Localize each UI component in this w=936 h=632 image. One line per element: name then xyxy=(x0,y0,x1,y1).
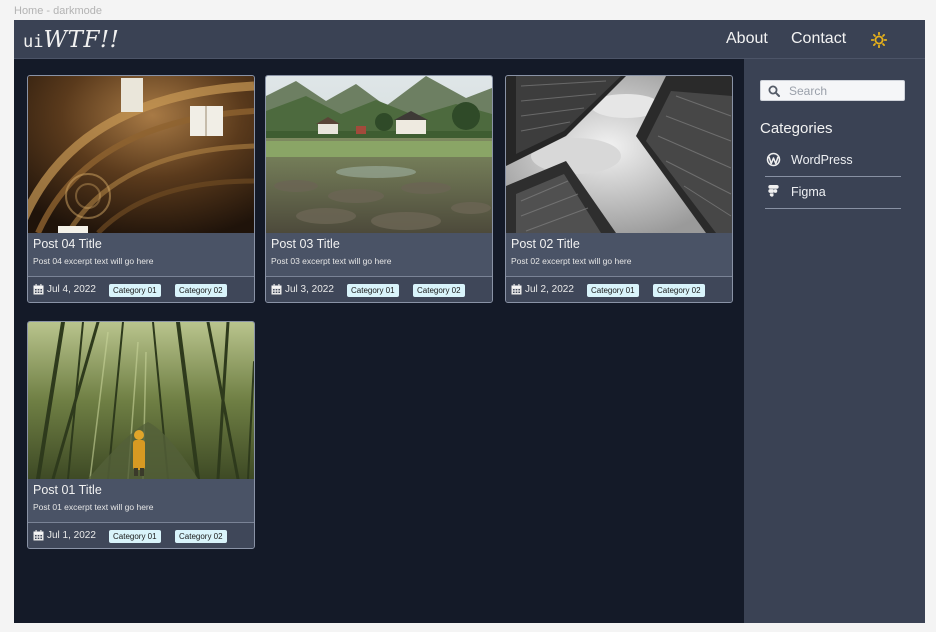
post-date: Jul 3, 2022 xyxy=(285,284,334,295)
category-chip[interactable]: Category 01 xyxy=(347,284,399,297)
logo[interactable]: uiWTF!! xyxy=(23,26,119,57)
post-card[interactable]: Post 04 Title Post 04 excerpt text will … xyxy=(27,75,255,303)
post-footer: Jul 1, 2022 Category 01 Category 02 xyxy=(28,522,254,548)
search-icon xyxy=(768,85,780,97)
post-image-bamboo xyxy=(28,322,254,479)
post-excerpt: Post 04 excerpt text will go here xyxy=(33,256,154,266)
wordpress-icon xyxy=(766,152,781,167)
post-excerpt: Post 02 excerpt text will go here xyxy=(511,256,632,266)
post-image-skyscrapers xyxy=(506,76,732,233)
category-item-figma[interactable]: Figma xyxy=(765,177,901,209)
category-item-wordpress[interactable]: WordPress xyxy=(765,145,901,177)
post-card[interactable]: Post 01 Title Post 01 excerpt text will … xyxy=(27,321,255,549)
logo-prefix: ui xyxy=(23,32,44,52)
frame-label: Home - darkmode xyxy=(14,5,103,17)
top-bar: uiWTF!! About Contact xyxy=(14,20,925,59)
calendar-icon xyxy=(33,530,44,541)
post-card[interactable]: Post 02 Title Post 02 excerpt text will … xyxy=(505,75,733,303)
calendar-icon xyxy=(271,284,282,295)
post-footer: Jul 4, 2022 Category 01 Category 02 xyxy=(28,276,254,302)
search-input[interactable] xyxy=(789,83,901,98)
nav-about-link[interactable]: About xyxy=(726,30,768,48)
category-label: Figma xyxy=(791,185,826,199)
nav-contact-link[interactable]: Contact xyxy=(791,30,846,48)
category-chip[interactable]: Category 01 xyxy=(587,284,639,297)
posts-grid: Post 04 Title Post 04 excerpt text will … xyxy=(14,59,744,623)
category-label: WordPress xyxy=(791,153,853,167)
calendar-icon xyxy=(511,284,522,295)
post-title[interactable]: Post 03 Title xyxy=(271,237,340,251)
post-title[interactable]: Post 01 Title xyxy=(33,483,102,497)
post-image-valley xyxy=(266,76,492,233)
post-excerpt: Post 01 excerpt text will go here xyxy=(33,502,154,512)
category-chip[interactable]: Category 02 xyxy=(413,284,465,297)
sidebar: Categories WordPress Figma xyxy=(744,59,925,623)
post-card[interactable]: Post 03 Title Post 03 excerpt text will … xyxy=(265,75,493,303)
app-frame: uiWTF!! About Contact Post 04 Title Post… xyxy=(14,20,925,623)
post-title[interactable]: Post 02 Title xyxy=(511,237,580,251)
logo-main: WTF!! xyxy=(43,27,120,53)
post-image-cathedral xyxy=(28,76,254,233)
category-chip[interactable]: Category 01 xyxy=(109,530,161,543)
category-chip[interactable]: Category 02 xyxy=(175,284,227,297)
post-footer: Jul 2, 2022 Category 01 Category 02 xyxy=(506,276,732,302)
post-title[interactable]: Post 04 Title xyxy=(33,237,102,251)
post-footer: Jul 3, 2022 Category 01 Category 02 xyxy=(266,276,492,302)
post-date: Jul 2, 2022 xyxy=(525,284,574,295)
category-chip[interactable]: Category 02 xyxy=(175,530,227,543)
figma-icon xyxy=(768,184,779,197)
sun-icon[interactable] xyxy=(871,32,887,48)
post-date: Jul 1, 2022 xyxy=(47,530,96,541)
post-date: Jul 4, 2022 xyxy=(47,284,96,295)
post-excerpt: Post 03 excerpt text will go here xyxy=(271,256,392,266)
category-chip[interactable]: Category 01 xyxy=(109,284,161,297)
categories-heading: Categories xyxy=(760,120,833,137)
search-box[interactable] xyxy=(760,80,905,101)
category-chip[interactable]: Category 02 xyxy=(653,284,705,297)
calendar-icon xyxy=(33,284,44,295)
